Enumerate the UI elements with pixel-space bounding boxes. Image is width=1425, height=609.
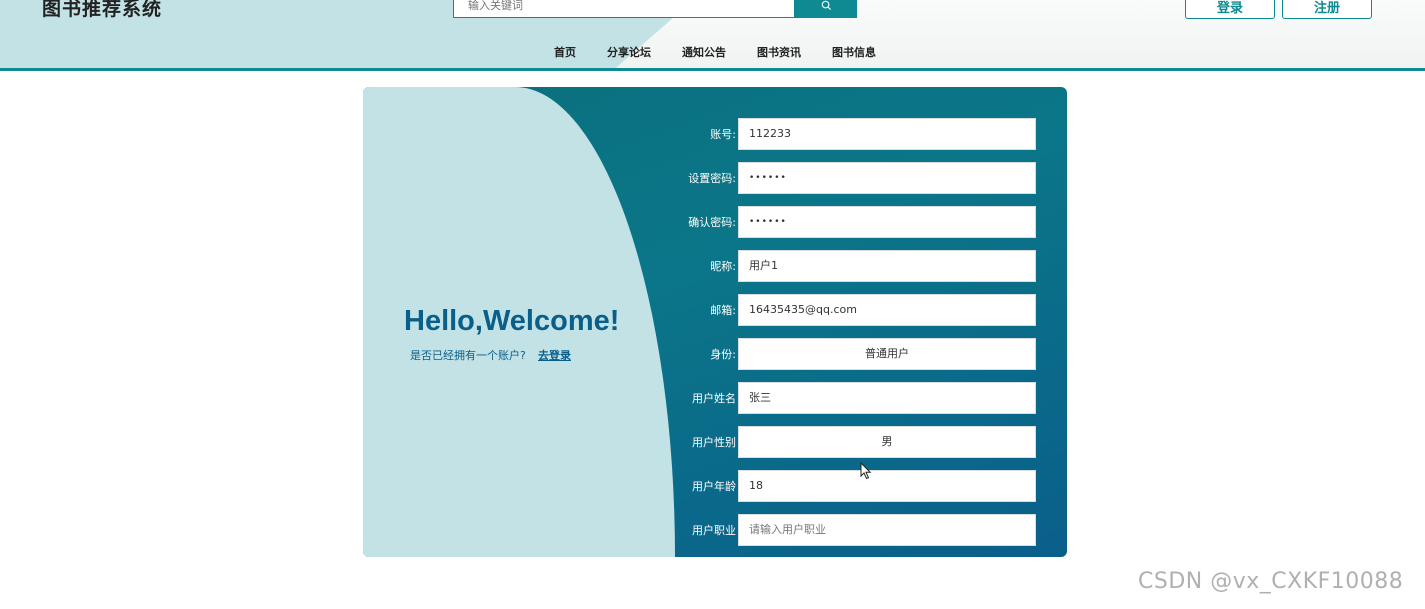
identity-select[interactable]: 普通用户: [738, 338, 1036, 370]
password-label: 设置密码:: [688, 172, 736, 185]
email-input[interactable]: 16435435@qq.com: [738, 294, 1036, 326]
job-input[interactable]: 请输入用户职业: [738, 514, 1036, 546]
search-button[interactable]: [795, 0, 857, 18]
register-button[interactable]: 注册: [1282, 0, 1372, 19]
name-input[interactable]: 张三: [738, 382, 1036, 414]
have-account-text: 是否已经拥有一个账户?: [410, 349, 526, 362]
nickname-label: 昵称:: [710, 260, 736, 273]
form-row-name: 用户姓名 张三: [668, 382, 1038, 414]
site-title: 图书推荐系统: [42, 0, 163, 20]
welcome-title: Hello,Welcome!: [404, 305, 620, 337]
login-button[interactable]: 登录: [1185, 0, 1275, 19]
gender-label: 用户性别: [692, 436, 736, 449]
form-row-nickname: 昵称: 用户1: [668, 250, 1038, 282]
account-label: 账号:: [710, 128, 736, 141]
identity-label: 身份:: [710, 348, 736, 361]
form-row-gender: 用户性别 男: [668, 426, 1038, 458]
name-label: 用户姓名: [692, 392, 736, 405]
nav-notice[interactable]: 通知公告: [682, 44, 726, 60]
main-nav: 首页 分享论坛 通知公告 图书资讯 图书信息: [0, 44, 1425, 64]
nav-home[interactable]: 首页: [554, 44, 576, 60]
job-label: 用户职业: [692, 524, 736, 537]
form-row-job: 用户职业 请输入用户职业: [668, 514, 1038, 546]
email-label: 邮箱:: [710, 304, 736, 317]
mouse-cursor-icon: [860, 462, 872, 480]
age-input[interactable]: 18: [738, 470, 1036, 502]
form-row-identity: 身份: 普通用户: [668, 338, 1038, 370]
search-icon: [821, 0, 831, 10]
nav-book-info[interactable]: 图书信息: [832, 44, 876, 60]
nav-book-news[interactable]: 图书资讯: [757, 44, 801, 60]
register-card: Hello,Welcome! 是否已经拥有一个账户? 去登录 账号: 11223…: [363, 87, 1067, 557]
search-box[interactable]: [453, 0, 795, 18]
gender-select[interactable]: 男: [738, 426, 1036, 458]
confirm-password-input[interactable]: ••••••: [738, 206, 1036, 238]
form-row-age: 用户年龄 18: [668, 470, 1038, 502]
age-label: 用户年龄: [692, 480, 736, 493]
form-row-confirm-password: 确认密码: ••••••: [668, 206, 1038, 238]
form-row-password: 设置密码: ••••••: [668, 162, 1038, 194]
form-row-account: 账号: 112233: [668, 118, 1038, 150]
header: 图书推荐系统 登录 注册 首页 分享论坛 通知公告 图书资讯 图书信息: [0, 0, 1425, 68]
go-login-link[interactable]: 去登录: [538, 347, 571, 363]
account-input[interactable]: 112233: [738, 118, 1036, 150]
header-divider: [0, 68, 1425, 71]
password-input[interactable]: ••••••: [738, 162, 1036, 194]
nav-forum[interactable]: 分享论坛: [607, 44, 651, 60]
nickname-input[interactable]: 用户1: [738, 250, 1036, 282]
confirm-password-label: 确认密码:: [688, 216, 736, 229]
form-row-email: 邮箱: 16435435@qq.com: [668, 294, 1038, 326]
search-input[interactable]: [454, 0, 794, 17]
watermark: CSDN @vx_CXKF10088: [1138, 569, 1404, 594]
